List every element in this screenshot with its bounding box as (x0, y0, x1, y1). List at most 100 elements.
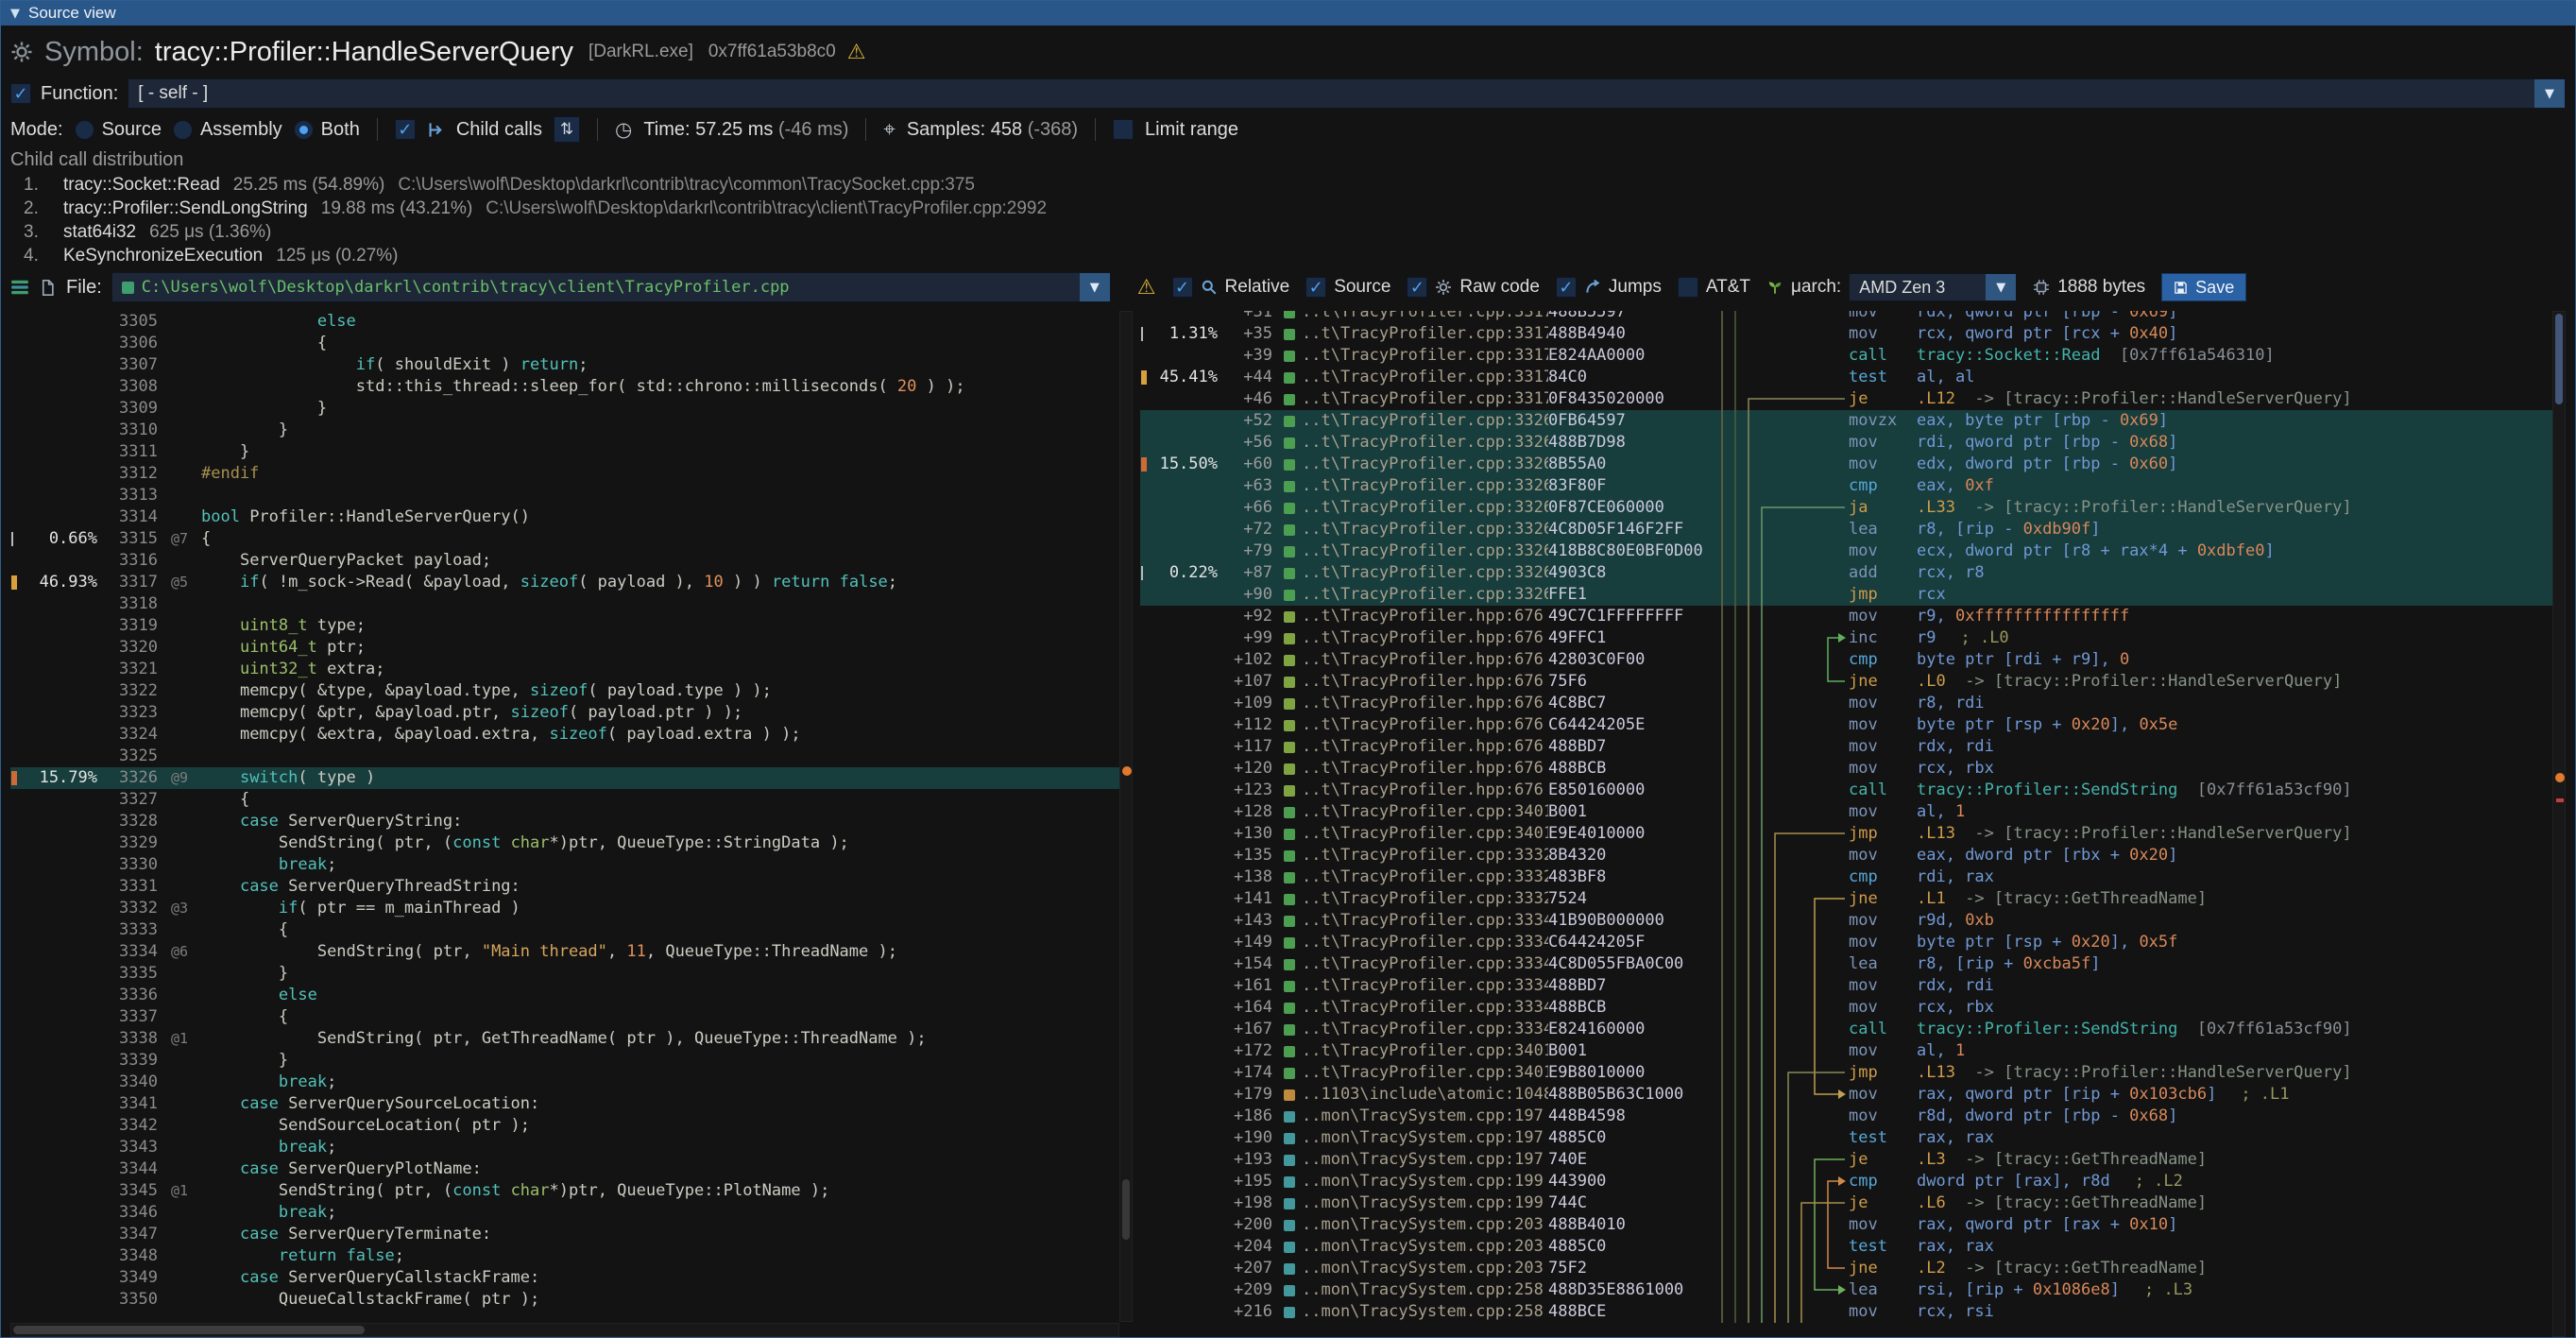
asm-row[interactable]: +164..t\TracyProfiler.cpp:3334488BCBmovr… (1140, 997, 2566, 1019)
mode-radio-source[interactable]: Source (75, 119, 162, 141)
asm-row[interactable]: +128..t\TracyProfiler.cpp:3401B001moval,… (1140, 801, 2566, 823)
asm-row[interactable]: +79..t\TracyProfiler.cpp:3326418B8C80E0B… (1140, 540, 2566, 562)
source-line[interactable]: 3331 case ServerQueryThreadString: (10, 876, 1119, 898)
entry-function-name[interactable]: tracy::Profiler::SendLongString (63, 198, 308, 219)
source-line[interactable]: 3321 uint32_t extra; (10, 659, 1119, 680)
asm-row[interactable]: +46..t\TracyProfiler.cpp:33170F843502000… (1140, 388, 2566, 410)
asm-row[interactable]: +107..t\TracyProfiler.hpp:67675F6jne.L0 … (1140, 671, 2566, 693)
mode-radio-both[interactable]: Both (294, 119, 360, 141)
source-line[interactable]: 3329 SendString( ptr, (const char*)ptr, … (10, 832, 1119, 854)
function-checkbox[interactable] (10, 83, 31, 104)
asm-row[interactable]: +143..t\TracyProfiler.cpp:333441B90B0000… (1140, 910, 2566, 932)
source-line[interactable]: 3345@1 SendString( ptr, (const char*)ptr… (10, 1180, 1119, 1202)
source-line[interactable]: 3346 break; (10, 1202, 1119, 1224)
source-line[interactable]: 3313 (10, 485, 1119, 506)
source-line[interactable]: 0.66%3315@7{ (10, 528, 1119, 550)
asm-row[interactable]: +90..t\TracyProfiler.cpp:3326FFE1jmprcx (1140, 584, 2566, 606)
asm-row[interactable]: 45.41%+44..t\TracyProfiler.cpp:331784C0t… (1140, 367, 2566, 388)
asm-row[interactable]: +186..mon\TracySystem.cpp:197448B4598mov… (1140, 1106, 2566, 1127)
asm-row[interactable]: +161..t\TracyProfiler.cpp:3334488BD7movr… (1140, 975, 2566, 997)
source-line[interactable]: 3336 else (10, 985, 1119, 1006)
asm-row[interactable]: +72..t\TracyProfiler.cpp:33264C8D05F146F… (1140, 519, 2566, 540)
asm-row[interactable]: +141..t\TracyProfiler.cpp:33327524jne.L1… (1140, 888, 2566, 910)
child-call-entry[interactable]: 1.tracy::Socket::Read25.25 ms (54.89%)C:… (10, 173, 2566, 197)
relative-toggle[interactable]: Relative (1172, 277, 1290, 298)
asm-row[interactable]: +193..mon\TracySystem.cpp:197740Eje.L3 -… (1140, 1149, 2566, 1171)
source-line[interactable]: 3347 case ServerQueryTerminate: (10, 1224, 1119, 1245)
function-combo-arrow-icon[interactable]: ▼ (2534, 79, 2565, 108)
source-line[interactable]: 3316 ServerQueryPacket payload; (10, 550, 1119, 572)
asm-row[interactable]: +66..t\TracyProfiler.cpp:33260F87CE06000… (1140, 497, 2566, 519)
asm-row[interactable]: +216..mon\TracySystem.cpp:258488BCEmovrc… (1140, 1301, 2566, 1323)
function-combo[interactable]: [ - self - ] ▼ (128, 78, 2566, 109)
collapse-triangle-icon[interactable]: ▼ (10, 7, 20, 21)
source-line[interactable]: 3332@3 if( ptr == m_mainThread ) (10, 898, 1119, 919)
asm-scroll-thumb[interactable] (2555, 314, 2563, 404)
source-line[interactable]: 3309 } (10, 398, 1119, 420)
asm-row[interactable]: +123..t\TracyProfiler.hpp:676E850160000c… (1140, 780, 2566, 801)
asm-row[interactable]: +92..t\TracyProfiler.hpp:67649C7C1FFFFFF… (1140, 606, 2566, 627)
title-bar[interactable]: ▼ Source view (1, 1, 2575, 26)
asm-row[interactable]: +63..t\TracyProfiler.cpp:332683F80Fcmpea… (1140, 475, 2566, 497)
child-call-entry[interactable]: 2.tracy::Profiler::SendLongString19.88 m… (10, 197, 2566, 220)
asm-row[interactable]: +200..mon\TracySystem.cpp:203488B4010mov… (1140, 1214, 2566, 1236)
asm-row[interactable]: +31..t\TracyProfiler.cpp:3317488B5597mov… (1140, 311, 2566, 323)
source-line[interactable]: 3323 memcpy( &ptr, &payload.ptr, sizeof(… (10, 702, 1119, 724)
source-line[interactable]: 3308 std::this_thread::sleep_for( std::c… (10, 376, 1119, 398)
source-vscrollbar[interactable] (1119, 311, 1133, 1322)
source-line[interactable]: 3319 uint8_t type; (10, 615, 1119, 637)
asm-row[interactable]: 15.50%+60..t\TracyProfiler.cpp:33268B55A… (1140, 454, 2566, 475)
source-hscroll-thumb[interactable] (13, 1326, 365, 1334)
asm-row[interactable]: +52..t\TracyProfiler.cpp:33260FB64597mov… (1140, 410, 2566, 432)
asm-row[interactable]: 0.22%+87..t\TracyProfiler.cpp:33264903C8… (1140, 562, 2566, 584)
asm-row[interactable]: +130..t\TracyProfiler.cpp:3401E9E4010000… (1140, 823, 2566, 845)
source-line[interactable]: 3314bool Profiler::HandleServerQuery() (10, 506, 1119, 528)
source-line[interactable]: 3343 break; (10, 1137, 1119, 1158)
asm-row[interactable]: +204..mon\TracySystem.cpp:2034885C0testr… (1140, 1236, 2566, 1258)
child-call-entry[interactable]: 4.KeSynchronizeExecution125 μs (0.27%) (10, 244, 2566, 267)
source-line[interactable]: 3305 else (10, 311, 1119, 333)
source-line[interactable]: 3324 memcpy( &extra, &payload.extra, siz… (10, 724, 1119, 746)
asm-row[interactable]: +167..t\TracyProfiler.cpp:3334E824160000… (1140, 1019, 2566, 1040)
asm-row[interactable]: 1.31%+35..t\TracyProfiler.cpp:3317488B49… (1140, 323, 2566, 345)
source-line[interactable]: 3333 { (10, 919, 1119, 941)
source-line[interactable]: 3327 { (10, 789, 1119, 811)
source-line[interactable]: 3322 memcpy( &type, &payload.type, sizeo… (10, 680, 1119, 702)
asm-row[interactable]: +190..mon\TracySystem.cpp:1974885C0testr… (1140, 1127, 2566, 1149)
asm-row[interactable]: +102..t\TracyProfiler.hpp:67642803C0F00c… (1140, 649, 2566, 671)
file-combo[interactable]: C:\Users\wolf\Desktop\darkrl\contrib\tra… (111, 272, 1111, 302)
source-line[interactable]: 3325 (10, 746, 1119, 767)
asm-row[interactable]: +195..mon\TracySystem.cpp:199443900cmpdw… (1140, 1171, 2566, 1192)
source-line[interactable]: 3330 break; (10, 854, 1119, 876)
asm-row[interactable]: +179..1103\include\atomic:1048488B05B63C… (1140, 1084, 2566, 1106)
mode-radio-assembly[interactable]: Assembly (173, 119, 282, 141)
source-line[interactable]: 3348 return false; (10, 1245, 1119, 1267)
asm-row[interactable]: +120..t\TracyProfiler.hpp:676488BCBmovrc… (1140, 758, 2566, 780)
source-vscroll-thumb[interactable] (1122, 1179, 1130, 1240)
asm-row[interactable]: +209..mon\TracySystem.cpp:258488D35E8861… (1140, 1279, 2566, 1301)
raw-code-toggle[interactable]: Raw code (1407, 277, 1540, 298)
uarch-combo-arrow-icon[interactable]: ▼ (1986, 274, 2016, 300)
source-line[interactable]: 3339 } (10, 1050, 1119, 1072)
source-line[interactable]: 3306 { (10, 333, 1119, 354)
file-combo-arrow-icon[interactable]: ▼ (1080, 273, 1110, 301)
source-line[interactable]: 3307 if( shouldExit ) return; (10, 354, 1119, 376)
jumps-toggle[interactable]: Jumps (1556, 277, 1662, 298)
asm-row[interactable]: +135..t\TracyProfiler.cpp:33328B4320move… (1140, 845, 2566, 866)
asm-row[interactable]: +149..t\TracyProfiler.cpp:3334C64424205F… (1140, 932, 2566, 953)
asm-row[interactable]: +39..t\TracyProfiler.cpp:3317E824AA0000c… (1140, 345, 2566, 367)
child-call-entry[interactable]: 3.stat64i32625 μs (1.36%) (10, 220, 2566, 244)
source-line[interactable]: 3340 break; (10, 1072, 1119, 1093)
asm-row[interactable]: +56..t\TracyProfiler.cpp:3326488B7D98mov… (1140, 432, 2566, 454)
sample-sort-button[interactable]: ⇅ (554, 116, 580, 143)
asm-row[interactable]: +109..t\TracyProfiler.hpp:6764C8BC7movr8… (1140, 693, 2566, 714)
source-line[interactable]: 3337 { (10, 1006, 1119, 1028)
asm-row[interactable]: +112..t\TracyProfiler.hpp:676C64424205Em… (1140, 714, 2566, 736)
source-line[interactable]: 3334@6 SendString( ptr, "Main thread", 1… (10, 941, 1119, 963)
source-line[interactable]: 3342 SendSourceLocation( ptr ); (10, 1115, 1119, 1137)
source-line[interactable]: 3350 QueueCallstackFrame( ptr ); (10, 1289, 1119, 1311)
source-line[interactable]: 3341 case ServerQuerySourceLocation: (10, 1093, 1119, 1115)
source-hscrollbar[interactable] (10, 1323, 1119, 1337)
source-line[interactable]: 15.79%3326@9 switch( type ) (10, 767, 1119, 789)
asm-row[interactable]: +207..mon\TracySystem.cpp:20375F2jne.L2 … (1140, 1258, 2566, 1279)
